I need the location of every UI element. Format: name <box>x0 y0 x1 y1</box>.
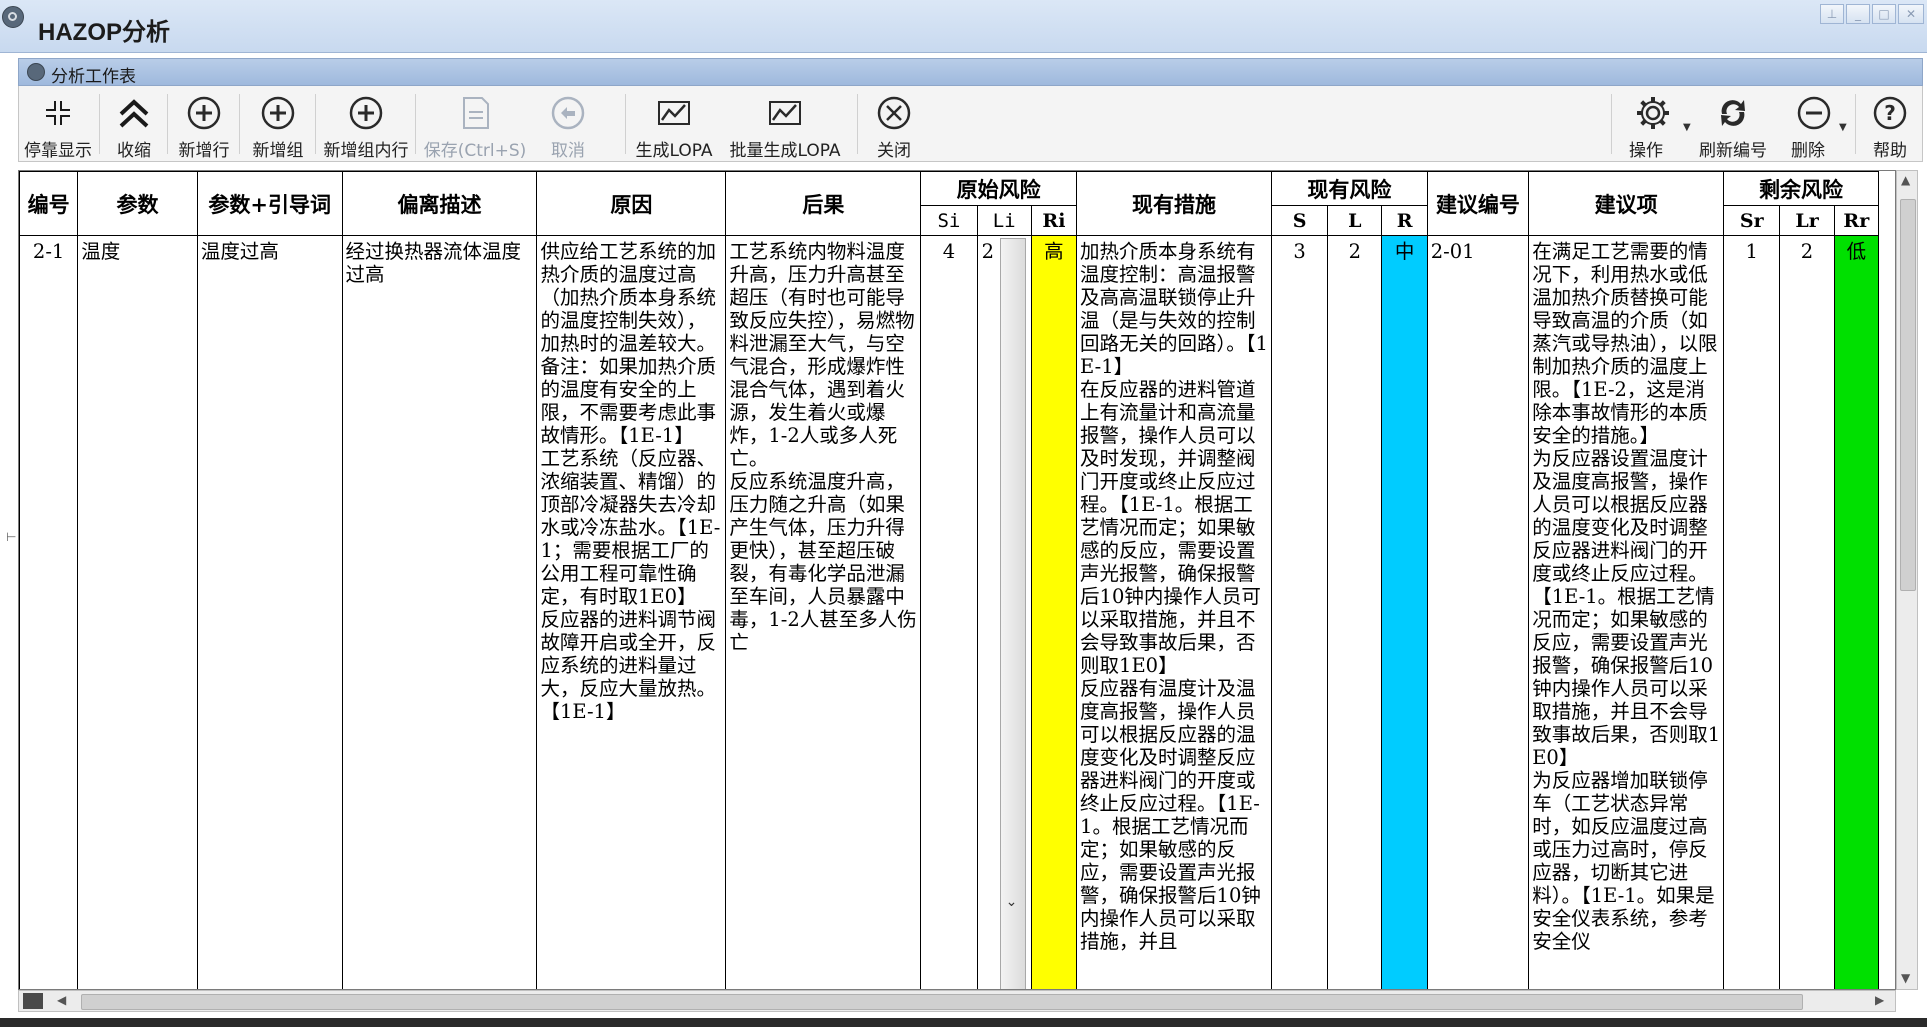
col-header-orig-risk: 原始风险 <box>920 171 1078 206</box>
undo-icon <box>551 96 585 130</box>
svg-text:?: ? <box>1884 101 1896 125</box>
col-header-li[interactable]: Li <box>976 205 1032 236</box>
refresh-icon <box>1721 100 1745 126</box>
col-header-no[interactable]: 编号 <box>19 171 79 236</box>
add-in-group-button[interactable]: 新增组内行 <box>319 86 413 161</box>
window-titlebar: HAZOP分析 ⊥ _ □ ✕ <box>0 0 1927 53</box>
help-button[interactable]: ? 帮助 <box>1859 86 1921 161</box>
cell-consequence[interactable]: 工艺系统内物料温度升高，压力升高甚至超压（有时也可能导致反应失控），易燃物料泄漏… <box>725 235 922 989</box>
cell-param[interactable]: 温度 <box>77 235 198 989</box>
plus-circle-icon <box>187 96 221 130</box>
cell-si[interactable]: 4 <box>920 235 978 989</box>
batch-lopa-button[interactable]: 批量生成LOPA <box>723 86 847 161</box>
side-expand-icon[interactable]: ⊢ <box>6 530 16 544</box>
col-header-ri[interactable]: Ri <box>1030 205 1078 236</box>
plus-circle-icon <box>349 96 383 130</box>
help-icon: ? <box>1873 96 1907 130</box>
panel-icon <box>27 63 45 81</box>
close-icon[interactable]: ✕ <box>1898 4 1924 24</box>
minimize-icon[interactable]: _ <box>1846 4 1870 24</box>
close-circle-icon <box>877 96 911 130</box>
scroll-left-icon[interactable]: ◀ <box>57 993 66 1007</box>
col-header-recommendation[interactable]: 建议项 <box>1528 171 1725 236</box>
panel-header: 分析工作表 <box>18 58 1923 87</box>
scroll-up-icon[interactable]: ▲ <box>1901 173 1910 187</box>
pin-icon[interactable]: ⊥ <box>1820 4 1844 24</box>
add-group-button[interactable]: 新增组 <box>243 86 313 161</box>
col-header-r[interactable]: R <box>1381 205 1428 236</box>
li-value: 2 <box>981 240 994 263</box>
close-button[interactable]: 关闭 <box>861 86 927 161</box>
vertical-scrollbar[interactable]: ▲ ▼ <box>1896 170 1918 990</box>
col-header-residual-risk: 剩余风险 <box>1723 171 1879 206</box>
cell-measures[interactable]: 加热介质本身系统有温度控制：高温报警及高高温联锁停止升温（是与失效的控制回路无关… <box>1076 235 1272 989</box>
save-button[interactable]: 保存(Ctrl+S) <box>419 86 531 161</box>
collapse-button[interactable]: 收缩 <box>103 86 165 161</box>
window-title: HAZOP分析 <box>38 19 170 46</box>
plus-circle-icon <box>261 96 295 130</box>
chart-icon <box>769 101 801 125</box>
col-header-sr[interactable]: Sr <box>1723 205 1781 236</box>
frozen-split-handle[interactable] <box>23 993 43 1009</box>
dock-icon <box>43 98 73 128</box>
col-header-si[interactable]: Si <box>920 205 978 236</box>
cell-s[interactable]: 3 <box>1270 235 1329 989</box>
cell-deviation[interactable]: 经过换热器流体温度过高 <box>341 235 538 989</box>
panel-title: 分析工作表 <box>51 67 136 87</box>
worksheet-table: 编号 参数 参数+引导词 偏离描述 原因 后果 原始风险 现有措施 现有风险 建… <box>19 171 1880 989</box>
maximize-icon[interactable]: □ <box>1872 4 1896 24</box>
table-row[interactable]: 2-1 温度 温度过高 经过换热器流体温度过高 供应给工艺系统的加热介质的温度过… <box>19 235 1880 989</box>
col-header-param-guide[interactable]: 参数+引导词 <box>196 171 343 236</box>
toolbar: 停靠显示 收缩 新增行 新增组 新增组内行 保存(Ctrl+S) 取消 生成LO… <box>18 86 1923 162</box>
scroll-right-icon[interactable]: ▶ <box>1875 993 1884 1007</box>
gear-icon <box>1637 97 1669 129</box>
col-header-param[interactable]: 参数 <box>77 171 198 236</box>
cell-param-guide[interactable]: 温度过高 <box>196 235 343 989</box>
li-dropdown[interactable]: ⌄ <box>999 238 1026 989</box>
horizontal-scroll-thumb[interactable] <box>81 994 1803 1010</box>
col-header-curr-risk: 现有风险 <box>1270 171 1428 206</box>
cell-li[interactable]: 2 ⌄ <box>976 235 1032 989</box>
col-header-rr[interactable]: Rr <box>1833 205 1880 236</box>
double-chevron-up-icon <box>119 99 149 128</box>
save-icon <box>463 97 489 129</box>
cell-ri[interactable]: 高 <box>1030 235 1078 989</box>
vertical-scroll-thumb[interactable] <box>1900 199 1916 591</box>
col-header-measures[interactable]: 现有措施 <box>1076 171 1272 236</box>
app-icon <box>2 6 24 28</box>
col-header-consequence[interactable]: 后果 <box>725 171 922 236</box>
cell-cause[interactable]: 供应给工艺系统的加热介质的温度过高（加热介质本身系统的温度控制失效），加热时的温… <box>536 235 727 989</box>
cell-r[interactable]: 中 <box>1381 235 1428 989</box>
cell-lr[interactable]: 2 <box>1779 235 1835 989</box>
cell-no[interactable]: 2-1 <box>19 235 79 989</box>
add-row-button[interactable]: 新增行 <box>171 86 237 161</box>
chart-icon <box>658 101 690 125</box>
horizontal-scrollbar[interactable]: ◀ ▶ <box>18 990 1896 1012</box>
delete-button[interactable]: ▼ 删除 <box>1779 86 1849 161</box>
cell-l[interactable]: 2 <box>1327 235 1383 989</box>
col-header-l[interactable]: L <box>1327 205 1383 236</box>
cell-rec-no[interactable]: 2-01 <box>1426 235 1530 989</box>
cancel-button[interactable]: 取消 <box>535 86 601 161</box>
col-header-lr[interactable]: Lr <box>1779 205 1835 236</box>
chevron-down-icon[interactable]: ⌄ <box>1006 891 1018 914</box>
taskbar-strip <box>0 1018 1927 1027</box>
scroll-down-icon[interactable]: ▼ <box>1901 971 1910 985</box>
col-header-cause[interactable]: 原因 <box>536 171 727 236</box>
col-header-s[interactable]: S <box>1270 205 1329 236</box>
chevron-down-icon[interactable]: ▼ <box>1839 122 1847 133</box>
cell-rr[interactable]: 低 <box>1833 235 1880 989</box>
dock-button[interactable]: 停靠显示 <box>19 86 97 161</box>
hazop-worksheet: 编号 参数 参数+引导词 偏离描述 原因 后果 原始风险 现有措施 现有风险 建… <box>18 170 1896 990</box>
operate-button[interactable]: ▼ 操作 <box>1615 86 1691 161</box>
col-header-deviation[interactable]: 偏离描述 <box>341 171 538 236</box>
minus-circle-icon <box>1797 96 1831 130</box>
generate-lopa-button[interactable]: 生成LOPA <box>629 86 719 161</box>
cell-sr[interactable]: 1 <box>1723 235 1781 989</box>
col-header-rec-no[interactable]: 建议编号 <box>1426 171 1530 236</box>
cell-recommendation[interactable]: 在满足工艺需要的情况下，利用热水或低温加热介质替换可能导致高温的介质（如蒸汽或导… <box>1528 235 1725 989</box>
renumber-button[interactable]: 刷新编号 <box>1689 86 1777 161</box>
